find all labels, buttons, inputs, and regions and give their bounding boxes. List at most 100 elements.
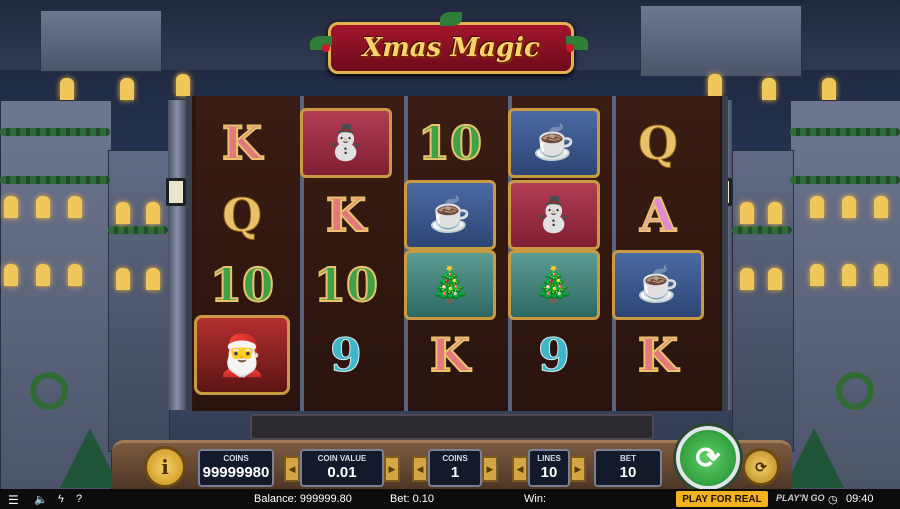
street-lamp-icon (166, 178, 186, 206)
holly-icon (440, 12, 462, 26)
window (740, 268, 754, 290)
symbol-q: Q (637, 116, 679, 171)
window (36, 196, 50, 218)
symbol-10: 10 (209, 257, 275, 313)
game-title: Xmas Magic (362, 33, 540, 63)
autoplay-icon: ⟳ (755, 458, 767, 475)
coins-balance-display: COINS 99999980 (198, 449, 274, 487)
christmas-tree-icon (60, 428, 120, 488)
christmas-tree-icon (784, 428, 844, 488)
left-pillar (168, 100, 186, 410)
window (4, 264, 18, 286)
building-back (40, 10, 162, 72)
symbol-snowglobe: 🎄 (402, 250, 498, 320)
window (116, 202, 130, 224)
question-icon[interactable]: ? (76, 493, 82, 505)
symbol-stocking: ⛄ (506, 180, 602, 250)
window (874, 196, 888, 218)
lines-display: LINES 10 (528, 449, 570, 487)
coins-decrease-button[interactable]: ◀ (412, 456, 428, 482)
coin-value-value: 0.01 (327, 464, 357, 481)
window (116, 268, 130, 290)
window (68, 196, 82, 218)
bet-text: Bet: 0.10 (390, 493, 435, 505)
coin-value-increase-button[interactable]: ▶ (384, 456, 400, 482)
lines-decrease-button[interactable]: ◀ (512, 456, 528, 482)
berry-icon (566, 44, 574, 52)
window (708, 74, 722, 96)
window (842, 264, 856, 286)
lines-label: LINES (537, 454, 561, 463)
garland (732, 226, 792, 234)
window (4, 196, 18, 218)
snow-globe-icon: 🎄 (508, 250, 600, 320)
window (762, 78, 776, 100)
symbol-q: Q (221, 188, 263, 243)
symbol-k: K (637, 327, 679, 383)
symbol-a: A (639, 187, 677, 243)
symbol-9: 9 (329, 328, 362, 383)
lightning-icon[interactable]: ϟ (58, 493, 64, 505)
message-bar (250, 414, 654, 440)
balance-text: Balance: 999999.80 (254, 493, 352, 505)
garland (0, 128, 110, 136)
berry-icon (322, 44, 330, 52)
lines-value: 10 (540, 464, 558, 481)
window (60, 78, 74, 100)
santa-icon: 🎅 (194, 315, 290, 395)
clock-icon: ◷ (828, 494, 838, 506)
window (68, 264, 82, 286)
coin-value-decrease-button[interactable]: ◀ (284, 456, 300, 482)
symbol-9: 9 (537, 328, 570, 383)
symbol-10: 10 (313, 257, 379, 313)
garland (0, 176, 110, 184)
window (36, 264, 50, 286)
lines-increase-button[interactable]: ▶ (570, 456, 586, 482)
bet-display: BET 10 (594, 449, 662, 487)
coins-balance-label: COINS (223, 454, 249, 463)
coins-value: 1 (450, 464, 460, 481)
symbol-cocoa: ☕ (610, 250, 706, 320)
symbol-10: 10 (417, 115, 483, 171)
spin-button[interactable]: ⟳ (676, 426, 740, 490)
window (874, 264, 888, 286)
window (842, 196, 856, 218)
time-text: 09:40 (846, 493, 874, 505)
hamburger-icon[interactable]: ☰ (8, 493, 19, 507)
coins-balance-value: 99999980 (202, 464, 270, 481)
coins-label: COINS (442, 454, 468, 463)
coin-value-display: COIN VALUE 0.01 (300, 449, 384, 487)
symbol-k: K (429, 327, 471, 383)
autoplay-button[interactable]: ⟳ (742, 448, 780, 486)
wreath-icon (836, 372, 874, 410)
coin-value-label: COIN VALUE (317, 454, 367, 463)
brand-logo: PLAY'N GO (776, 493, 825, 503)
symbol-santa: 🎅 (194, 315, 290, 395)
coins-increase-button[interactable]: ▶ (482, 456, 498, 482)
hot-cocoa-icon: ☕ (508, 108, 600, 178)
speaker-icon[interactable]: 🔈 (34, 493, 48, 506)
window (810, 196, 824, 218)
window (146, 268, 160, 290)
coins-display: COINS 1 (428, 449, 482, 487)
symbol-snowglobe: 🎄 (506, 250, 602, 320)
symbol-stocking: ⛄ (298, 108, 394, 178)
window (120, 78, 134, 100)
window (176, 74, 190, 96)
play-for-real-button[interactable]: PLAY FOR REAL (676, 491, 768, 507)
symbol-cocoa: ☕ (402, 180, 498, 250)
building-right-side (732, 150, 794, 452)
win-text: Win: (524, 493, 546, 505)
building-left-side (108, 150, 170, 452)
snow-globe-icon: 🎄 (404, 250, 496, 320)
bet-label: BET (620, 454, 636, 463)
garland (108, 226, 168, 234)
window (740, 202, 754, 224)
info-button[interactable]: i (144, 446, 186, 488)
stocking-snowman-icon: ⛄ (300, 108, 392, 178)
garland (790, 176, 900, 184)
symbol-cocoa: ☕ (506, 108, 602, 178)
window (810, 264, 824, 286)
window (146, 202, 160, 224)
game-title-sign: Xmas Magic (328, 22, 574, 74)
